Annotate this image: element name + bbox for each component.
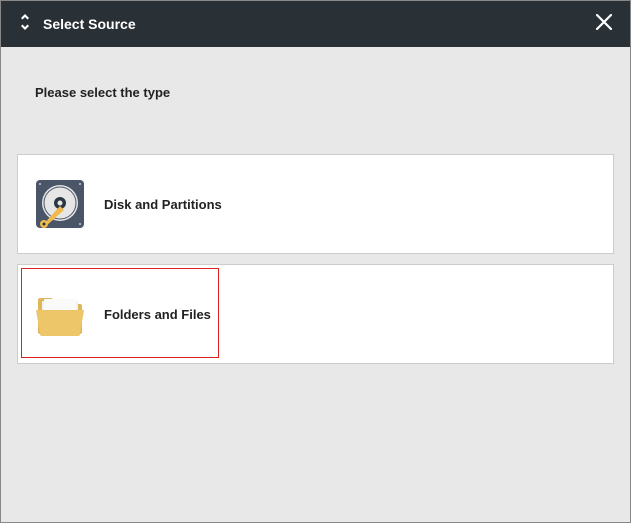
- folder-icon: [32, 286, 88, 342]
- dialog-title: Select Source: [43, 16, 136, 32]
- option-disk-and-partitions[interactable]: Disk and Partitions: [17, 154, 614, 254]
- dialog-header: Select Source: [1, 1, 630, 47]
- close-button[interactable]: [592, 12, 616, 36]
- dialog-body: Please select the type: [1, 47, 630, 522]
- option-label: Folders and Files: [104, 307, 211, 322]
- app-logo-icon: [15, 12, 35, 37]
- option-label: Disk and Partitions: [104, 197, 222, 212]
- select-source-dialog: Select Source Please select the type: [0, 0, 631, 523]
- instruction-text: Please select the type: [1, 47, 630, 100]
- hard-drive-icon: [32, 176, 88, 232]
- close-icon: [594, 12, 614, 37]
- option-folders-and-files[interactable]: Folders and Files: [17, 264, 614, 364]
- source-type-options: Disk and Partitions Folders and Files: [1, 154, 630, 364]
- header-left: Select Source: [15, 12, 136, 37]
